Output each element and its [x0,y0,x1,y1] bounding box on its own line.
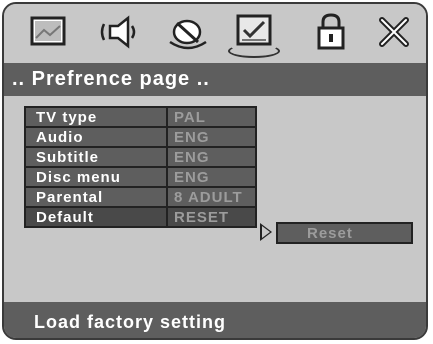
menu-item-value: ENG [174,129,210,146]
menu-item-value: RESET [174,209,230,226]
page-title: .. Prefrence page .. [4,63,426,96]
menu-item-label: TV type [36,109,98,126]
divider [166,166,168,188]
menu-item-label: Subtitle [36,149,99,166]
menu-item-default[interactable]: Default RESET [24,206,257,228]
menu-item-subtitle[interactable]: Subtitle ENG [24,146,257,168]
settings-menu: TV type PAL Audio ENG Subtitle ENG Disc … [24,106,257,228]
lock-icon[interactable] [309,12,353,52]
submenu-option-label: Reset [307,225,353,242]
dolby-icon[interactable] [166,12,210,52]
divider [166,126,168,148]
menu-item-value: ENG [174,149,210,166]
divider [166,186,168,208]
menu-item-label: Disc menu [36,169,121,186]
menu-item-value: PAL [174,109,206,126]
preference-icon[interactable] [228,12,280,58]
divider [166,146,168,168]
menu-item-tv-type[interactable]: TV type PAL [24,106,257,128]
menu-item-label: Default [36,209,94,226]
help-text: Load factory setting [4,302,426,338]
divider [166,206,168,228]
speaker-icon[interactable] [98,12,142,52]
menu-item-audio[interactable]: Audio ENG [24,126,257,148]
osd-frame: .. Prefrence page .. TV type PAL Audio E… [2,2,428,340]
divider [166,106,168,128]
close-icon[interactable] [372,12,416,52]
menu-item-parental[interactable]: Parental 8 ADULT [24,186,257,208]
menu-item-disc-menu[interactable]: Disc menu ENG [24,166,257,188]
icon-toolbar [4,4,426,61]
menu-item-value: 8 ADULT [174,189,243,206]
tv-screen-icon[interactable] [26,12,70,52]
submenu-reset-option[interactable]: Reset [276,222,413,244]
submenu-arrow-icon [260,223,272,241]
menu-item-value: ENG [174,169,210,186]
menu-item-label: Parental [36,189,104,206]
menu-item-label: Audio [36,129,84,146]
